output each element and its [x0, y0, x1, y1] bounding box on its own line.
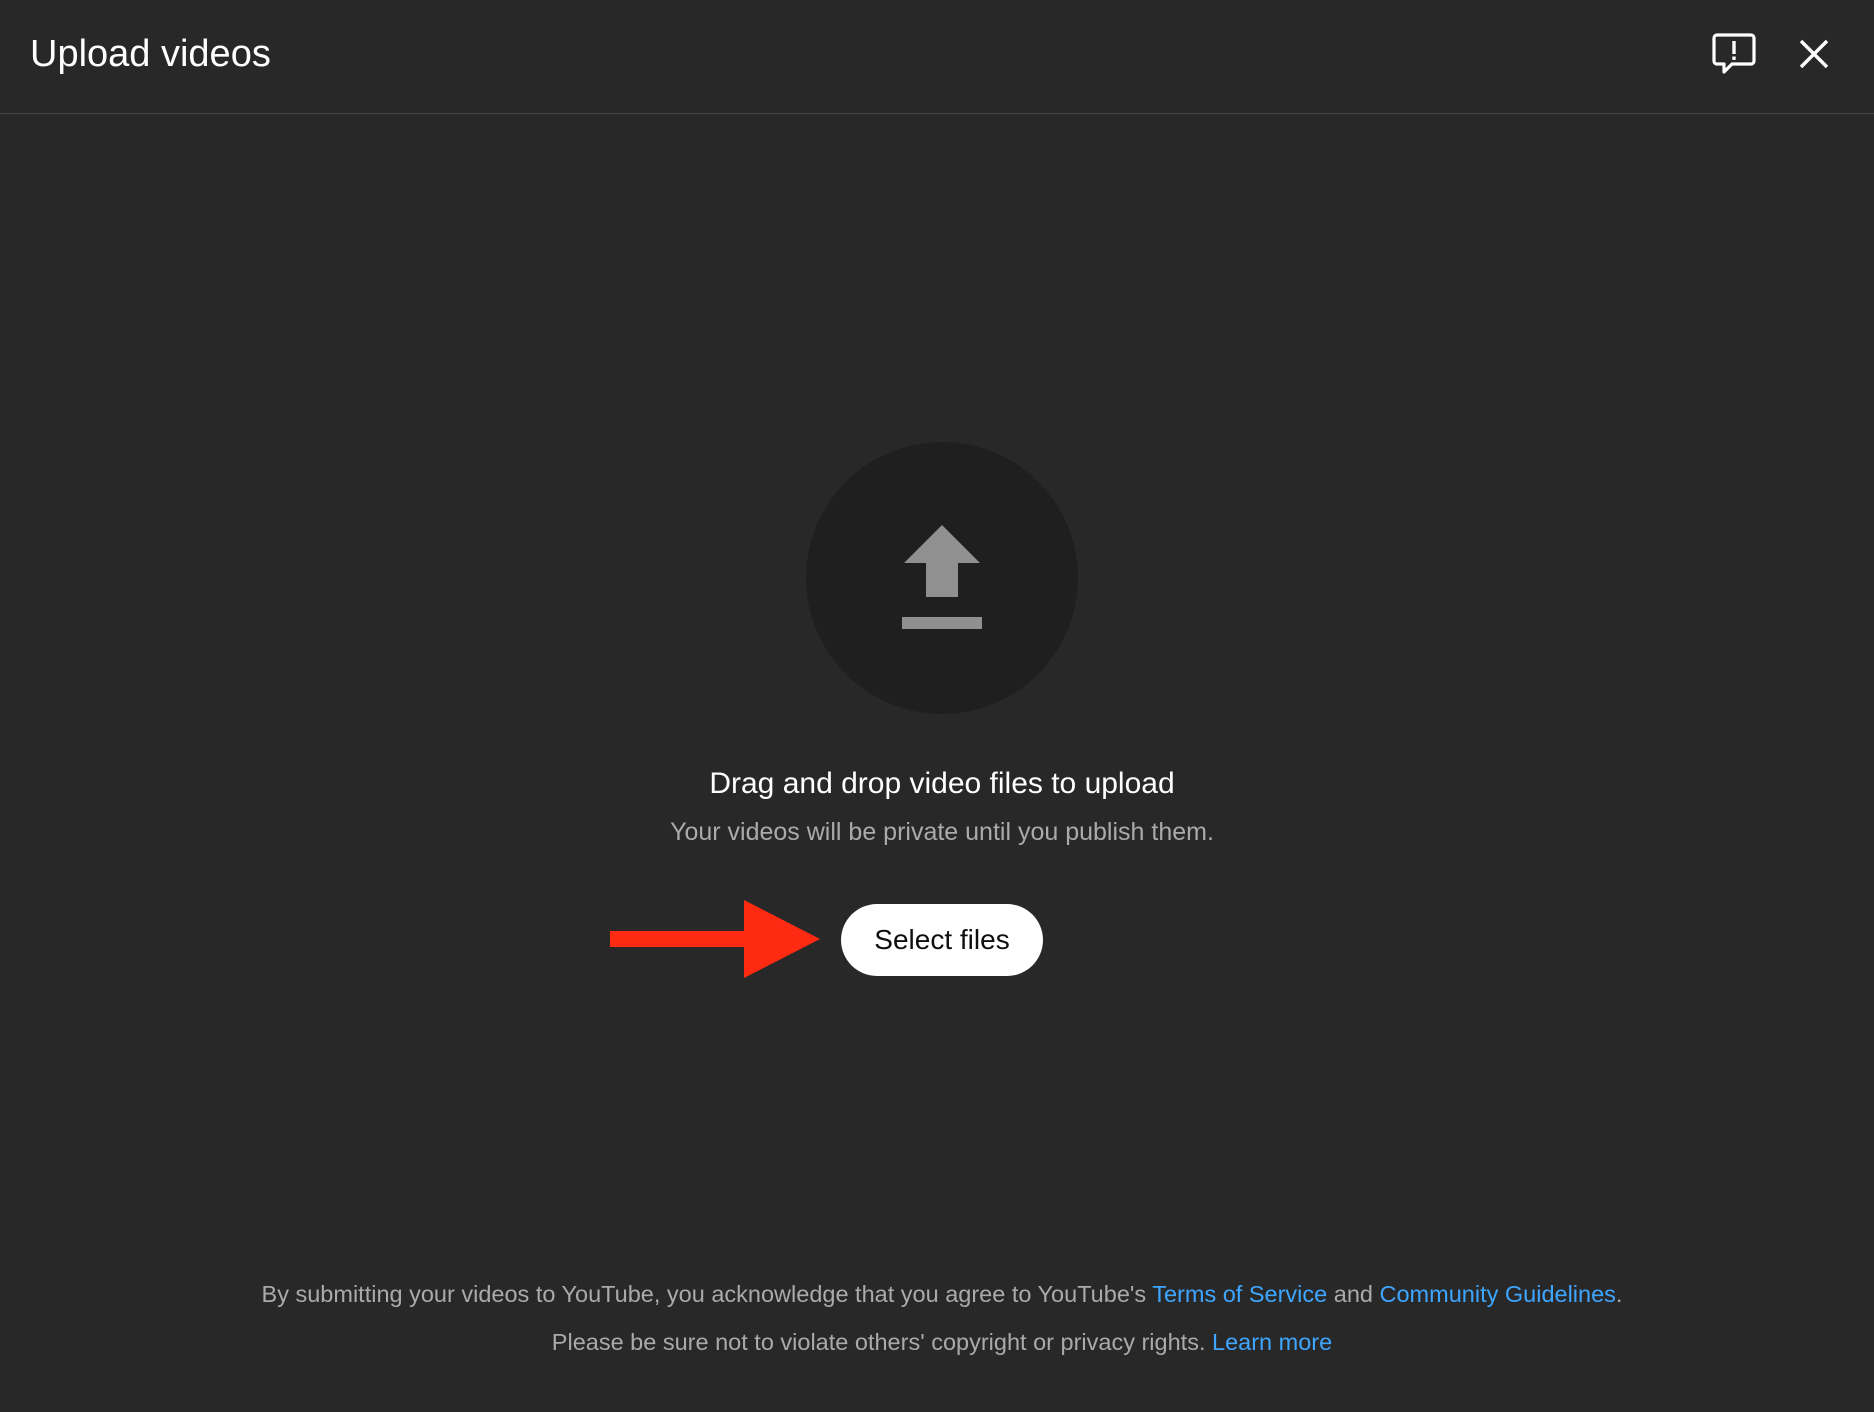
red-arrow-pointer: [610, 900, 820, 978]
upload-dropzone-circle[interactable]: [806, 442, 1078, 714]
drag-drop-instruction: Drag and drop video files to upload: [709, 767, 1175, 800]
feedback-button[interactable]: [1702, 22, 1766, 86]
footer-line1-prefix: By submitting your videos to YouTube, yo…: [261, 1281, 1147, 1307]
footer-terms-line: By submitting your videos to YouTube, yo…: [0, 1276, 1874, 1312]
learn-more-link[interactable]: Learn more: [1212, 1329, 1332, 1355]
footer-copyright-line: Please be sure not to violate others' co…: [0, 1324, 1874, 1360]
arrow-head: [744, 900, 820, 978]
close-icon: [1799, 39, 1829, 69]
footer-line1-suffix: .: [1615, 1281, 1623, 1307]
privacy-note: Your videos will be private until you pu…: [670, 818, 1214, 846]
dialog-header: Upload videos: [0, 0, 1874, 114]
footer-line2-text: Please be sure not to violate others' co…: [551, 1329, 1206, 1355]
dialog-title: Upload videos: [30, 33, 271, 75]
terms-of-service-link[interactable]: Terms of Service: [1152, 1281, 1327, 1307]
footer-and-text: and: [1333, 1281, 1373, 1307]
select-files-button[interactable]: Select files: [841, 904, 1043, 976]
community-guidelines-link[interactable]: Community Guidelines: [1380, 1281, 1616, 1307]
close-button[interactable]: [1782, 22, 1846, 86]
feedback-icon: [1712, 33, 1756, 74]
arrow-shaft: [610, 931, 750, 947]
upload-arrow-icon: [902, 525, 982, 629]
